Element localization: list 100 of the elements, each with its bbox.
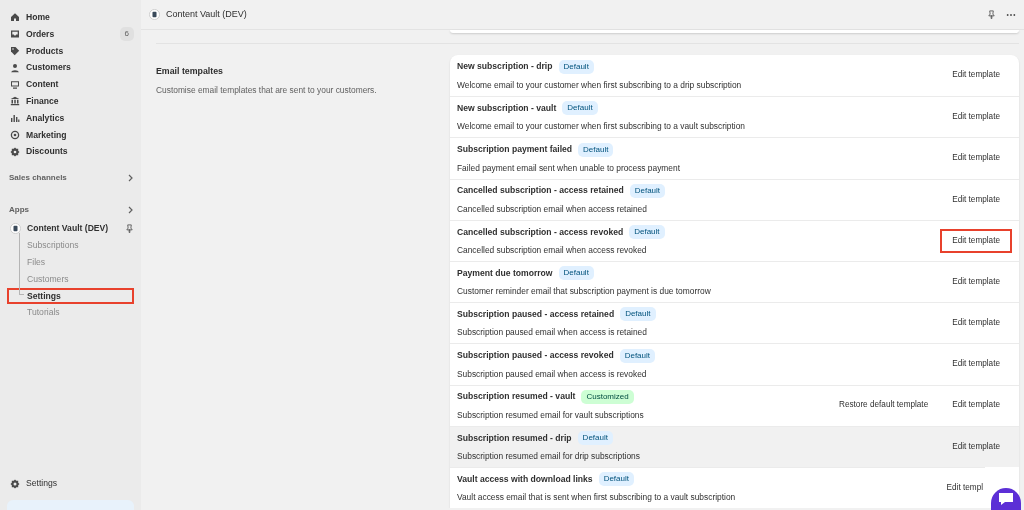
template-description: Subscription resumed email for vault subscriptions (457, 408, 645, 422)
template-name: Payment due tomorrow (457, 266, 553, 280)
template-description: Subscription paused email when access is retained (457, 326, 648, 339)
status-badge: Default (598, 472, 634, 487)
template-name: Cancelled subscription - access retained (457, 184, 624, 198)
inbox-icon (10, 29, 20, 40)
template-row[interactable]: Subscription payment failed Default Failed payment email sent when unable to process payment Edit template (450, 137, 1019, 179)
nav-item[interactable]: Marketing (7, 126, 134, 144)
edit-button[interactable]: Edit template (940, 269, 1012, 295)
tag-icon (10, 46, 20, 56)
template-name: Vault access with download links (457, 472, 593, 486)
status-badge: Default (629, 225, 665, 240)
template-row[interactable]: Subscription resumed - drip Default Subscription resumed email for drip subscriptions Edit template (450, 425, 1019, 467)
edit-button[interactable]: Edit template (940, 393, 1012, 418)
nav-item[interactable]: Products (7, 42, 134, 60)
chevron-right-icon[interactable] (127, 206, 134, 215)
template-description: Customer reminder email that subscription payment is due tomorrow (457, 285, 712, 298)
nav-label: Products (26, 44, 64, 58)
section-heading: Apps (9, 204, 29, 217)
sub-nav-item[interactable]: Settings (7, 287, 134, 305)
edit-button[interactable]: Edit template (940, 434, 1012, 459)
template-description: Cancelled subscription email when access retained (457, 202, 648, 216)
template-row[interactable]: Cancelled subscription - access revoked Default Cancelled subscription email when access revoked Edit template (450, 219, 1019, 261)
status-badge: Default (619, 348, 655, 363)
template-name: Subscription resumed - vault (457, 390, 576, 404)
template-description: Cancelled subscription email when access revoked (457, 244, 648, 257)
template-description: Failed payment email sent when unable to process payment (457, 161, 681, 175)
template-row[interactable]: Cancelled subscription - access retained Default Cancelled subscription email when access retained Edit template (450, 178, 1019, 220)
template-row[interactable]: Subscription paused - access retained Default Subscription paused email when access is retained Edit template (450, 302, 1019, 344)
status-badge: Default (578, 142, 614, 157)
template-description: Vault access email that is sent when first subscribing to a vault subscription (457, 491, 737, 504)
status-badge: Default (558, 266, 594, 281)
status-badge: Default (577, 430, 613, 445)
template-row[interactable]: New subscription - vault Default Welcome email to your customer when first subscribing to a vault subscription Edit template (450, 96, 1019, 138)
count-badge: 6 (119, 27, 134, 42)
edit-button[interactable]: Edit template (940, 352, 1012, 377)
edit-button[interactable]: Edit template (940, 311, 1012, 336)
template-description: Welcome email to your customer when first subscribing to a drip subscription (457, 78, 743, 92)
edit-button[interactable]: Edit template (940, 146, 1012, 171)
settings-link[interactable]: Settings (7, 475, 134, 492)
template-name: Cancelled subscription - access revoked (457, 225, 624, 239)
nav-label: Marketing (26, 128, 67, 142)
app-logo-icon (10, 223, 21, 235)
template-row[interactable]: Payment due tomorrow Default Customer reminder email that subscription payment is due tomorrow Edit template (450, 260, 1019, 303)
template-description: Subscription paused email when access is revoked (457, 367, 648, 381)
nav-item[interactable]: Finance (7, 93, 134, 110)
chevron-right-icon[interactable] (127, 174, 134, 183)
nav-label: Customers (26, 61, 71, 75)
template-name: Subscription resumed - drip (457, 431, 572, 445)
template-description: Welcome email to your customer when first subscribing to a vault subscription (457, 120, 746, 134)
template-row[interactable]: Subscription paused - access revoked Default Subscription paused email when access is revoked Edit template (450, 343, 1019, 385)
status-badge: Customized (581, 389, 634, 404)
nav-label: Content (26, 78, 59, 92)
app-name[interactable]: Content Vault (DEV) (27, 222, 119, 236)
page-title: Content Vault (DEV) (166, 7, 247, 21)
nav-label: Analytics (26, 111, 65, 125)
pin-icon[interactable] (987, 10, 996, 19)
status-badge: Default (558, 59, 594, 74)
template-name: Subscription paused - access retained (457, 307, 615, 321)
template-name: Subscription paused - access revoked (457, 349, 614, 363)
template-description: Subscription resumed email for drip subscriptions (457, 449, 641, 463)
app-logo-icon (149, 9, 160, 20)
template-row[interactable]: Vault access with download links Default Vault access email that is sent when first subscribing to a vault subscription Edit templ (450, 466, 985, 509)
section-heading: Sales channels (9, 172, 67, 185)
nav-item[interactable]: Content (7, 76, 134, 93)
edit-button[interactable]: Edit template (940, 105, 1012, 130)
bar-chart-icon (10, 113, 20, 124)
status-badge: Default (562, 101, 598, 116)
edit-button[interactable]: Edit templ (934, 475, 985, 501)
nav-item[interactable]: Analytics (7, 109, 134, 127)
nav-item[interactable]: Customers (7, 59, 134, 77)
bank-icon (10, 96, 20, 107)
settings-icon (10, 478, 20, 489)
nav-item[interactable]: Home (7, 9, 134, 26)
edit-button[interactable]: Edit template (940, 63, 1012, 88)
template-name: New subscription - vault (457, 102, 557, 115)
chat-button[interactable] (991, 488, 1021, 510)
section-title: Email tempaltes (156, 65, 224, 78)
screen-icon (10, 79, 20, 90)
status-badge: Default (629, 183, 666, 198)
target-icon (10, 129, 20, 140)
more-icon[interactable] (1006, 12, 1016, 17)
edit-button[interactable]: Edit template (940, 228, 1012, 253)
nav-label: Finance (26, 94, 59, 108)
template-row[interactable]: New subscription - drip Default Welcome email to your customer when first subscribing to a drip subscription Edit template (450, 55, 1019, 97)
pin-icon[interactable] (125, 224, 134, 234)
section-description: Customise email templates that are sent to your customers. (156, 84, 378, 97)
nav-item[interactable]: Discounts (7, 143, 134, 161)
nav-label: Discounts (26, 145, 68, 159)
nav-label: Home (26, 10, 50, 24)
edit-button[interactable]: Edit template (940, 187, 1012, 212)
template-name: Subscription payment failed (457, 143, 573, 157)
home-icon (10, 12, 20, 23)
restore-button[interactable]: Restore default template (827, 393, 941, 418)
status-badge: Default (620, 307, 656, 322)
nav-item[interactable]: Orders 6 (7, 25, 134, 43)
nav-label: Orders (26, 27, 55, 41)
template-row[interactable]: Subscription resumed - vault Customized Subscription resumed email for vault subscriptions Restore default template Edit template (450, 384, 1019, 426)
template-name: New subscription - drip (457, 60, 553, 74)
chat-icon (998, 492, 1014, 506)
